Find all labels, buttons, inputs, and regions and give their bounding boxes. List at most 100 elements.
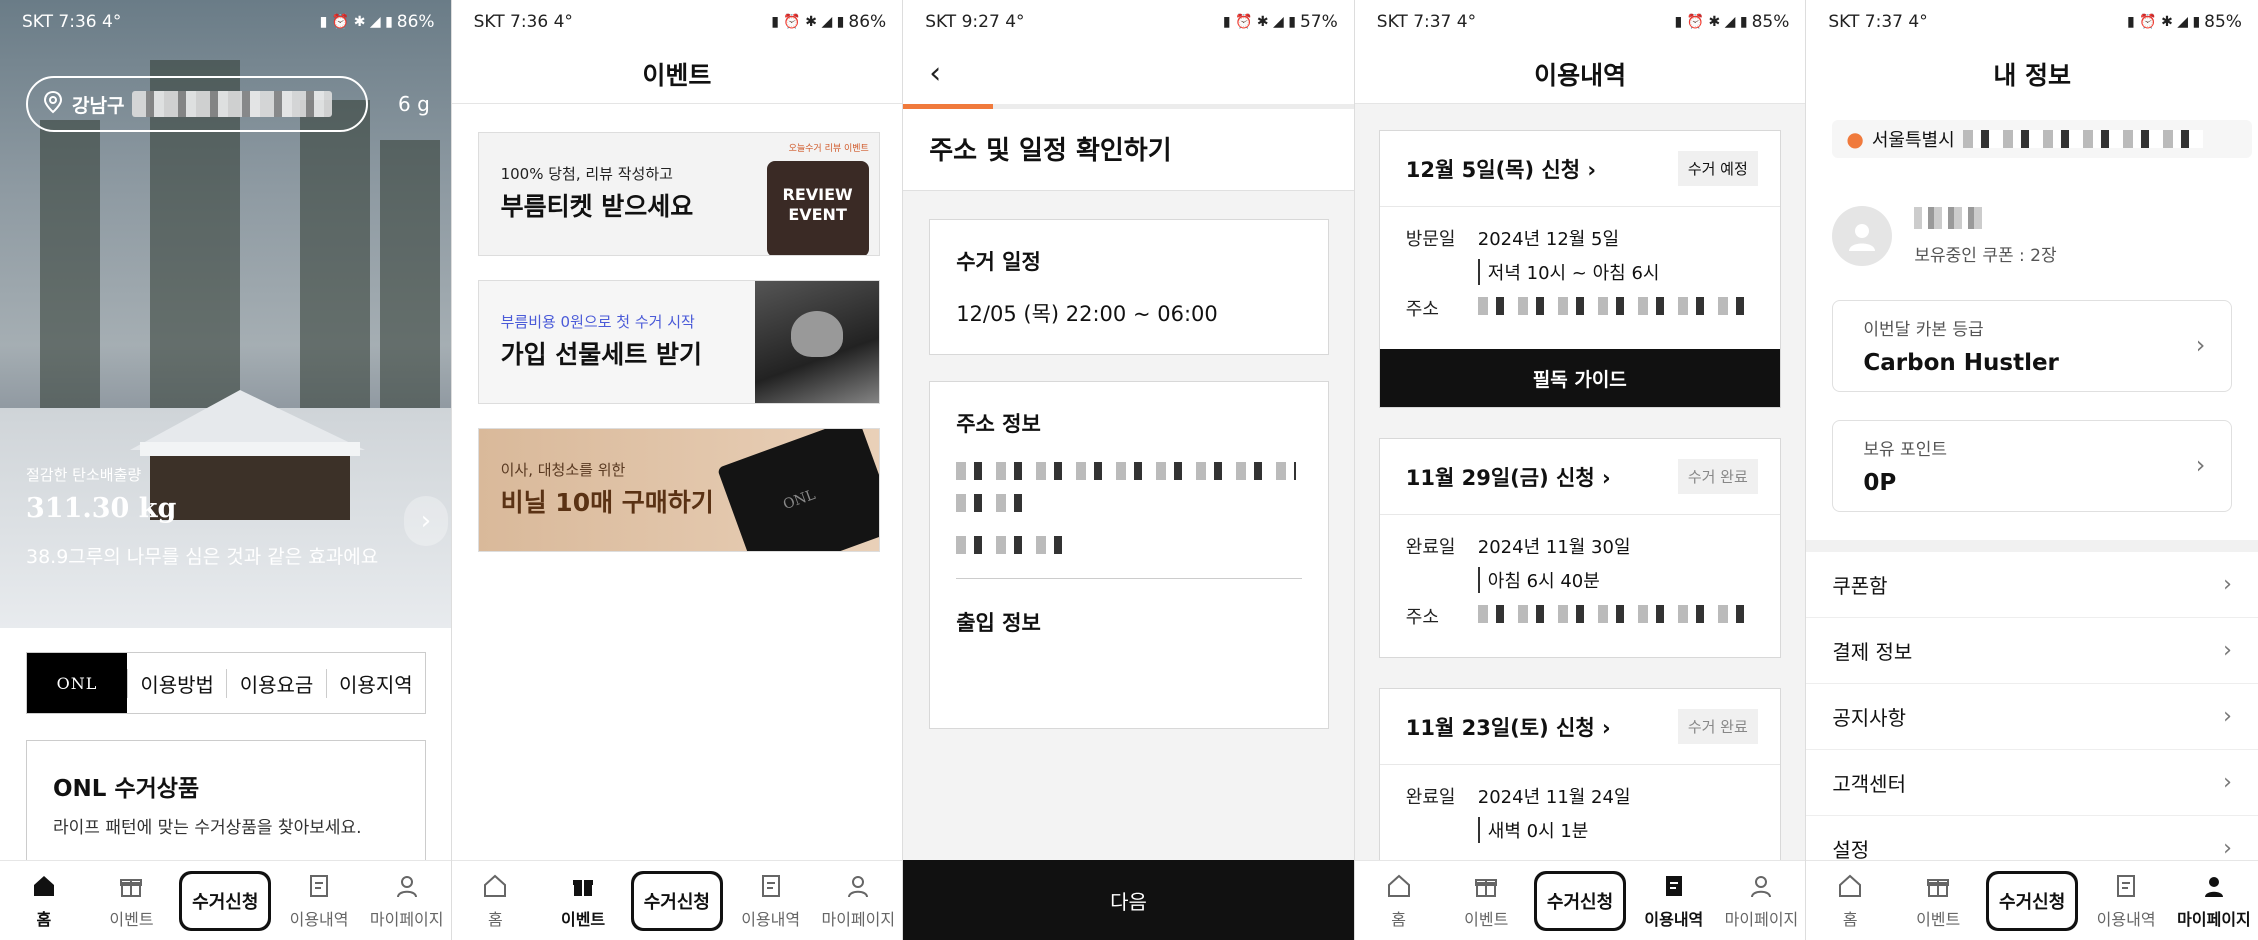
status-bar: SKT 7:37 4° ▮ ⏰ ✱ ◢ ▮ 85% (1828, 12, 2242, 32)
tab-how-to-use[interactable]: 이용방법 (127, 668, 226, 698)
history-screen: SKT 7:37 4° ▮ ⏰ ✱ ◢ ▮ 85% 이용내역 12월 5일(목) … (1354, 0, 1807, 940)
chevron-right-icon[interactable]: › (404, 496, 448, 546)
menu-notices[interactable]: 공지사항 › (1806, 684, 2258, 750)
record-date-value: 2024년 11월 30일 (1477, 537, 1631, 558)
blurred-address (956, 462, 1297, 480)
entry-label: 출입 정보 (956, 611, 1041, 635)
menu-coupons[interactable]: 쿠폰함 › (1806, 552, 2258, 618)
bottom-nav: 홈 이벤트 수거신청 이용내역 마이페이지 (0, 860, 451, 940)
nav-history[interactable]: 이용내역 (1634, 872, 1714, 930)
product-card-subtitle: 라이프 패턴에 맞는 수거상품을 찾아보세요. (53, 818, 362, 838)
carbon-summary: 절감한 탄소배출량 311.30 kg 38.9그루의 나무를 심은 것과 같은… (26, 464, 378, 569)
history-list: 12월 5일(목) 신청 › 수거 예정 방문일 2024년 12월 5일 저녁 … (1354, 104, 1806, 888)
points-card[interactable]: 보유 포인트 0P › (1832, 420, 2233, 512)
nav-mypage[interactable]: 마이페이지 (1721, 872, 1801, 930)
nav-home[interactable]: 홈 (4, 872, 84, 930)
chevron-right-icon: › (2223, 704, 2232, 729)
record-date[interactable]: 11월 29일(금) 신청 › (1406, 462, 1611, 492)
blurred-address (1962, 130, 2203, 148)
nav-history[interactable]: 이용내역 (731, 872, 811, 930)
nav-mypage[interactable]: 마이페이지 (367, 872, 447, 930)
page-title: 주소 및 일정 확인하기 (929, 136, 1172, 166)
record-date[interactable]: 11월 23일(토) 신청 › (1406, 712, 1611, 742)
location-pin-icon: ● (1846, 127, 1864, 151)
gift-photo (754, 281, 879, 403)
tab-pricing[interactable]: 이용요금 (226, 668, 325, 698)
review-event-badge: REVIEW EVENT (766, 161, 869, 255)
blurred-address (1477, 297, 1748, 315)
record-date[interactable]: 12월 5일(목) 신청 › (1406, 154, 1596, 184)
onl-logo: ONL (27, 653, 127, 713)
history-record[interactable]: 12월 5일(목) 신청 › 수거 예정 방문일 2024년 12월 5일 저녁 … (1378, 130, 1781, 408)
pickup-request-button[interactable]: 수거신청 (1986, 870, 2079, 931)
status-badge: 수거 완료 (1677, 459, 1758, 494)
address-box[interactable]: 주소 정보 출입 정보 (929, 381, 1330, 729)
pickup-request-button[interactable]: 수거신청 (179, 870, 272, 931)
status-bar: SKT 9:27 4° ▮ ⏰ ✱ ◢ ▮ 57% (925, 12, 1338, 32)
history-record[interactable]: 11월 23일(토) 신청 › 수거 완료 완료일 2024년 11월 24일 새… (1378, 688, 1781, 888)
event-sub: 100% 당첨, 리뷰 작성하고 (500, 165, 673, 183)
pickup-request-button[interactable]: 수거신청 (630, 870, 723, 931)
nav-mypage[interactable]: 마이페이지 (818, 872, 898, 930)
nav-home[interactable]: 홈 (1359, 872, 1439, 930)
next-button[interactable]: 다음 (903, 860, 1354, 940)
record-date-value: 2024년 11월 24일 (1477, 787, 1631, 808)
event-banner-review[interactable]: 100% 당첨, 리뷰 작성하고 부름티켓 받으세요 오늘수거 리뷰 이벤트 R… (477, 132, 880, 256)
menu-payment[interactable]: 결제 정보 › (1806, 618, 2258, 684)
product-card[interactable]: ONL 수거상품 라이프 패턴에 맞는 수거상품을 찾아보세요. (26, 740, 426, 870)
nav-home[interactable]: 홈 (455, 872, 535, 930)
event-sub: 이사, 대청소를 위한 (500, 461, 626, 479)
home-icon (30, 872, 58, 900)
page-title: 이벤트 (451, 44, 903, 104)
nav-event[interactable]: 이벤트 (543, 872, 623, 930)
user-icon (393, 872, 421, 900)
avatar (1832, 206, 1893, 266)
bag-photo: ONL (716, 429, 879, 551)
gift-icon (117, 872, 145, 900)
mypage-screen: SKT 7:37 4° ▮ ⏰ ✱ ◢ ▮ 85% 내 정보 ● 서울특별시 보유… (1806, 0, 2258, 940)
grade-label: 이번달 카본 등급 (1863, 320, 1984, 340)
menu-support[interactable]: 고객센터 › (1806, 750, 2258, 816)
event-title: 부름티켓 받으세요 (500, 192, 694, 221)
back-arrow-icon[interactable]: ‹ (929, 56, 941, 91)
tab-service-area[interactable]: 이용지역 (325, 668, 425, 698)
home-screen: SKT 7:36 4° ▮ ⏰ ✱ ◢ ▮ 86% 강남구 6 g 절감한 탄소배… (0, 0, 452, 940)
grade-value: Carbon Hustler (1863, 350, 2059, 376)
status-badge: 수거 예정 (1677, 151, 1758, 186)
event-banner-bags[interactable]: 이사, 대청소를 위한 비닐 10매 구매하기 ONL (477, 428, 880, 552)
nav-event[interactable]: 이벤트 (91, 872, 171, 930)
chevron-right-icon: › (2223, 638, 2232, 663)
chevron-right-icon: › (2195, 451, 2206, 479)
receipt-icon (1660, 872, 1688, 900)
gift-icon (1472, 872, 1500, 900)
carbon-value: 311.30 kg (26, 493, 177, 524)
nav-history[interactable]: 이용내역 (279, 872, 359, 930)
points-label: 보유 포인트 (1863, 440, 1947, 460)
nav-home[interactable]: 홈 (1810, 872, 1890, 930)
receipt-icon (305, 872, 333, 900)
receipt-icon (757, 872, 785, 900)
record-time-value: 저녁 10시 ~ 아침 6시 (1477, 259, 1754, 285)
event-title: 비닐 10매 구매하기 (500, 488, 714, 517)
carbon-grade-card[interactable]: 이번달 카본 등급 Carbon Hustler › (1832, 300, 2233, 392)
schedule-box[interactable]: 수거 일정 12/05 (목) 22:00 ~ 06:00 (929, 219, 1330, 355)
receipt-icon (2112, 872, 2140, 900)
chevron-right-icon: › (2223, 836, 2232, 861)
status-badge: 수거 완료 (1677, 709, 1758, 744)
carbon-label: 절감한 탄소배출량 (26, 466, 142, 484)
pickup-request-button[interactable]: 수거신청 (1533, 870, 1627, 931)
record-date-value: 2024년 12월 5일 (1477, 229, 1620, 250)
nav-event[interactable]: 이벤트 (1898, 872, 1978, 930)
user-icon (844, 872, 872, 900)
step-progress (903, 104, 1354, 109)
nav-mypage[interactable]: 마이페이지 (2174, 872, 2254, 930)
nav-event[interactable]: 이벤트 (1446, 872, 1526, 930)
event-title: 가입 선물세트 받기 (500, 340, 703, 369)
blurred-address (1477, 605, 1748, 623)
guide-button[interactable]: 필독 가이드 (1379, 349, 1780, 407)
location-selector[interactable]: 강남구 (26, 76, 368, 132)
nav-history[interactable]: 이용내역 (2086, 872, 2166, 930)
address-row[interactable]: ● 서울특별시 (1832, 120, 2253, 158)
history-record[interactable]: 11월 29일(금) 신청 › 수거 완료 완료일 2024년 11월 30일 아… (1378, 438, 1781, 658)
event-banner-signup[interactable]: 부름비용 0원으로 첫 수거 시작 가입 선물세트 받기 (477, 280, 880, 404)
